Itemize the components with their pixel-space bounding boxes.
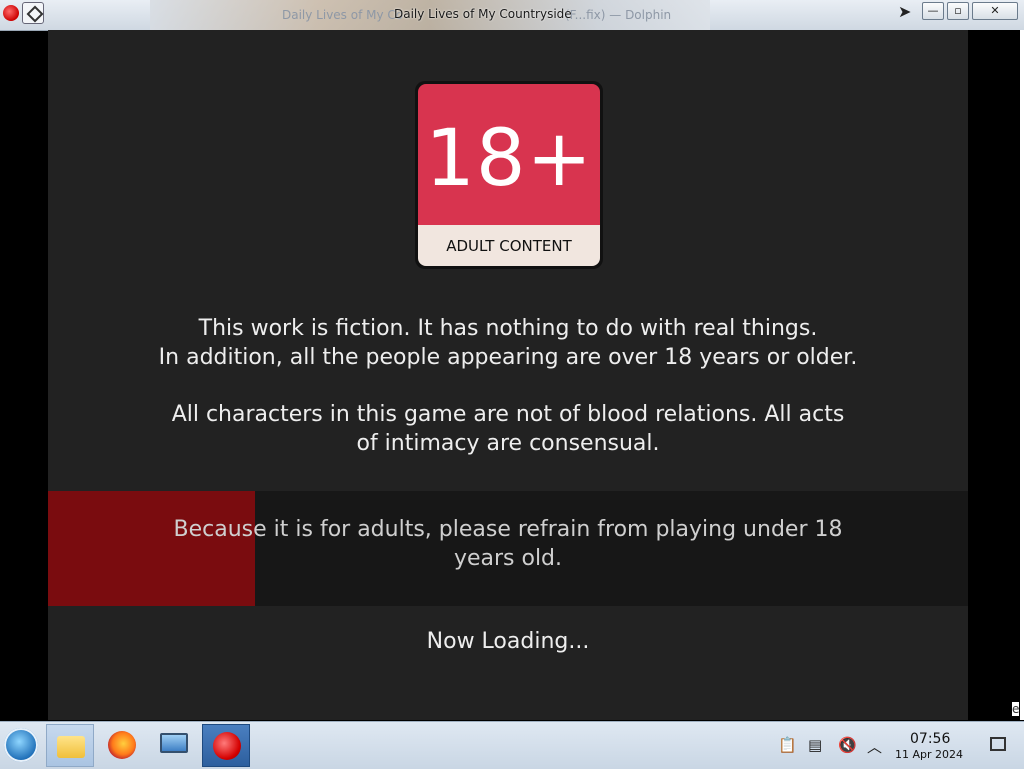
taskbar-item-system-settings[interactable] xyxy=(150,724,198,767)
window-title-faded-tail: (F...fix) — Dolphin xyxy=(565,8,672,22)
taskbar: 📋 ▤ 🔇 ︿ 07:56 11 Apr 2024 xyxy=(0,721,1024,769)
folder-icon xyxy=(57,736,85,758)
apple-icon[interactable] xyxy=(3,5,19,21)
close-button[interactable]: ✕ xyxy=(972,2,1018,20)
minimize-button[interactable]: — xyxy=(922,2,944,20)
relations-notice-line-2: of intimacy are consensual. xyxy=(356,431,660,456)
firefox-icon xyxy=(108,731,136,759)
relations-notice-line-1: All characters in this game are not of b… xyxy=(171,402,845,427)
age-rating-caption: ADULT CONTENT xyxy=(418,225,600,266)
taskbar-item-firefox[interactable] xyxy=(98,724,146,767)
taskbar-item-game-app[interactable] xyxy=(202,724,250,767)
window-title: Daily Lives of My Countryside xyxy=(394,7,572,21)
age-rating-badge: 18+ ADULT CONTENT xyxy=(415,81,603,269)
clipboard-icon[interactable]: 📋 xyxy=(778,736,797,754)
clock-date[interactable]: 11 Apr 2024 xyxy=(895,748,963,761)
apple-icon xyxy=(213,732,241,760)
fiction-notice-line-2: In addition, all the people appearing ar… xyxy=(158,345,858,370)
age-warning-line-2: years old. xyxy=(453,546,563,571)
clock-time[interactable]: 07:56 xyxy=(910,731,950,747)
desktop-edge: e xyxy=(968,30,1024,720)
fiction-notice-line-1: This work is fiction. It has nothing to … xyxy=(198,316,818,341)
window-titlebar: Daily Lives of My Co (F...fix) — Dolphin… xyxy=(0,0,1024,31)
maximize-button[interactable]: ▫ xyxy=(947,2,969,20)
age-rating-number: 18+ xyxy=(418,84,600,225)
chevron-up-icon[interactable]: ︿ xyxy=(867,736,882,757)
age-warning-line-1: Because it is for adults, please refrain… xyxy=(173,517,843,542)
notes-icon[interactable]: ▤ xyxy=(808,736,822,754)
keep-above-icon[interactable] xyxy=(22,2,44,24)
loading-progress-band: Because it is for adults, please refrain… xyxy=(48,491,968,606)
desktop-edge-strip xyxy=(1020,30,1024,720)
show-desktop-button[interactable] xyxy=(990,737,1006,751)
desktop-text-fragment: e xyxy=(1012,702,1020,716)
taskbar-item-file-manager[interactable] xyxy=(46,724,94,767)
game-screen[interactable]: 18+ ADULT CONTENT This work is fiction. … xyxy=(48,30,968,720)
mouse-cursor-icon: ➤ xyxy=(898,2,912,21)
window-title-faded: Daily Lives of My Co xyxy=(282,8,404,22)
now-loading-text: Now Loading... xyxy=(426,629,590,654)
volume-muted-icon[interactable]: 🔇 xyxy=(838,736,857,754)
monitor-icon xyxy=(160,733,188,753)
start-menu-button[interactable] xyxy=(4,728,38,762)
